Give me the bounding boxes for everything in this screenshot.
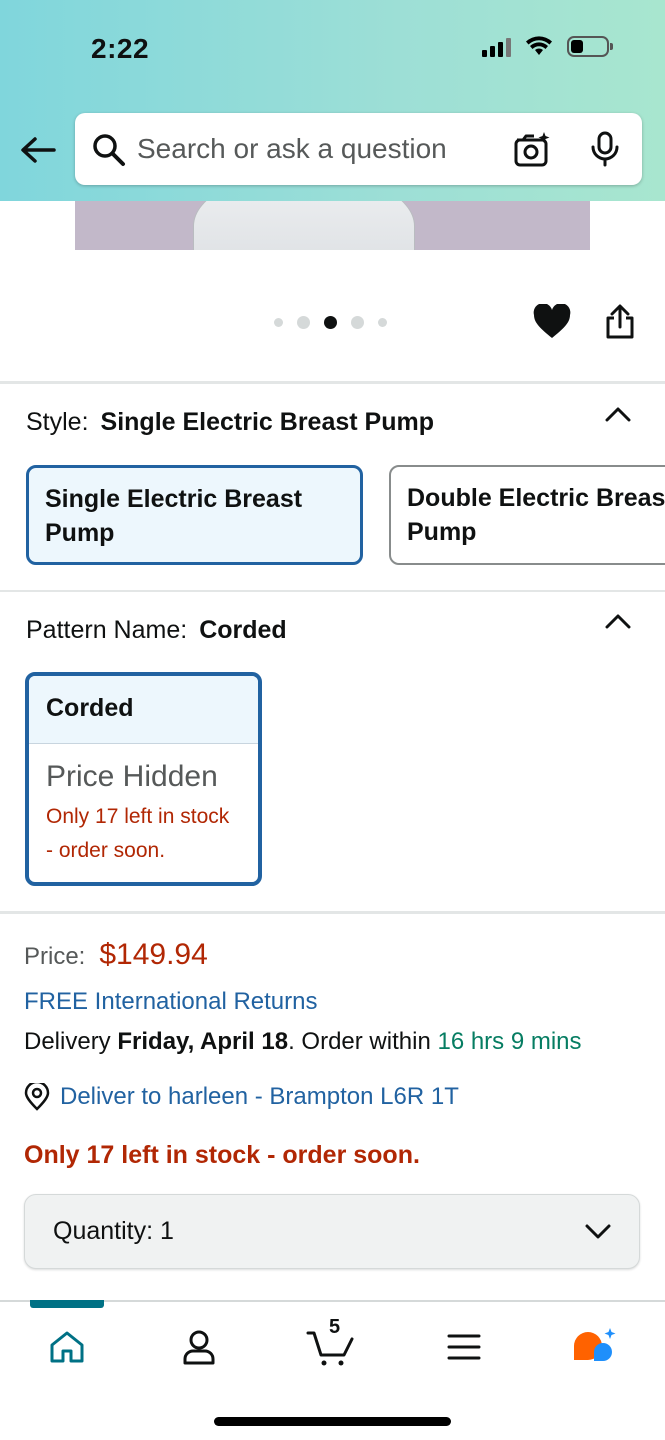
delivery-date: Friday, April 18 (117, 1028, 289, 1055)
quantity-label: Quantity: (53, 1217, 154, 1245)
stock-warning: Only 17 left in stock - order soon. (24, 1141, 420, 1169)
search-icon (93, 134, 125, 166)
heart-icon[interactable] (533, 304, 571, 340)
style-value: Single Electric Breast Pump (100, 408, 434, 436)
carousel-dot (274, 318, 283, 327)
style-option-single[interactable]: Single Electric Breast Pump (26, 465, 363, 565)
status-time: 2:22 (91, 33, 150, 64)
style-label: Style: (26, 408, 89, 436)
quantity-value: 1 (160, 1217, 174, 1245)
style-option-double[interactable]: Double Electric Breast Pump (389, 465, 665, 565)
microphone-icon[interactable] (590, 131, 620, 167)
style-row: Style: Single Electric Breast Pump (26, 408, 434, 437)
style-option-label: Single Electric Breast Pump (45, 485, 303, 547)
carousel-dot (378, 318, 387, 327)
location-pin-icon (24, 1083, 50, 1111)
carousel-dot (351, 316, 364, 329)
delivery-prefix: Delivery (24, 1028, 111, 1055)
home-indicator (214, 1417, 451, 1426)
product-image[interactable] (75, 201, 590, 250)
rufus-assistant-icon (574, 1328, 616, 1361)
pattern-row: Pattern Name: Corded (26, 616, 287, 645)
back-arrow-icon (21, 137, 56, 163)
back-button[interactable] (18, 130, 58, 170)
delivery-info: Delivery Friday, April 18. Order within … (24, 1028, 582, 1056)
share-icon[interactable] (604, 304, 636, 340)
delivery-mid: . Order within (288, 1028, 431, 1055)
cart-count-badge: 5 (329, 1316, 341, 1338)
price-row: Price: $149.94 (24, 938, 208, 972)
hamburger-menu-icon (447, 1334, 481, 1360)
section-divider (0, 590, 665, 592)
pattern-value: Corded (199, 616, 287, 644)
pattern-option-stock: Only 17 left in stock - order soon. (46, 805, 230, 862)
chevron-up-icon[interactable] (605, 612, 631, 630)
product-bottle-illustration (193, 201, 415, 250)
tab-home[interactable] (39, 1322, 95, 1372)
search-bar (75, 113, 642, 185)
price-value: $149.94 (99, 938, 208, 971)
pattern-option-corded[interactable]: Corded Price Hidden Only 17 left in stoc… (25, 672, 262, 886)
quantity-dropdown[interactable]: Quantity: 1 (24, 1194, 640, 1269)
wifi-icon (526, 36, 552, 55)
section-divider (0, 381, 665, 384)
cellular-signal-icon (482, 37, 511, 57)
quantity-text: Quantity: 1 (53, 1217, 174, 1246)
carousel-dot-active (324, 316, 337, 329)
price-label: Price: (24, 943, 86, 970)
home-icon (50, 1331, 84, 1363)
camera-lens-icon[interactable] (513, 130, 551, 168)
tab-cart[interactable]: 5 (303, 1316, 359, 1372)
tab-rufus[interactable] (567, 1322, 623, 1372)
section-divider (0, 911, 665, 914)
pattern-option-body: Price Hidden Only 17 left in stock - ord… (29, 744, 258, 882)
carousel-dots (274, 316, 387, 329)
person-icon (183, 1330, 215, 1365)
chevron-down-icon (585, 1224, 611, 1238)
style-option-label: Double Electric Breast Pump (407, 484, 665, 546)
deliver-to-text: Deliver to harleen - Brampton L6R 1T (60, 1083, 459, 1110)
status-icons (482, 36, 613, 57)
tab-account[interactable] (171, 1322, 227, 1372)
pattern-option-title: Corded (29, 676, 258, 744)
free-returns-link[interactable]: FREE International Returns (24, 988, 317, 1016)
search-input[interactable] (137, 129, 497, 169)
active-tab-indicator (30, 1300, 104, 1308)
deliver-to-link[interactable]: Deliver to harleen - Brampton L6R 1T (24, 1083, 459, 1111)
carousel-dot (297, 316, 310, 329)
pattern-label: Pattern Name: (26, 616, 188, 644)
chevron-up-icon[interactable] (605, 405, 631, 423)
battery-icon (567, 36, 613, 57)
pattern-option-price: Price Hidden (46, 760, 218, 793)
tab-menu[interactable] (436, 1322, 492, 1372)
header: 2:22 (0, 0, 665, 201)
delivery-countdown: 16 hrs 9 mins (437, 1028, 582, 1055)
